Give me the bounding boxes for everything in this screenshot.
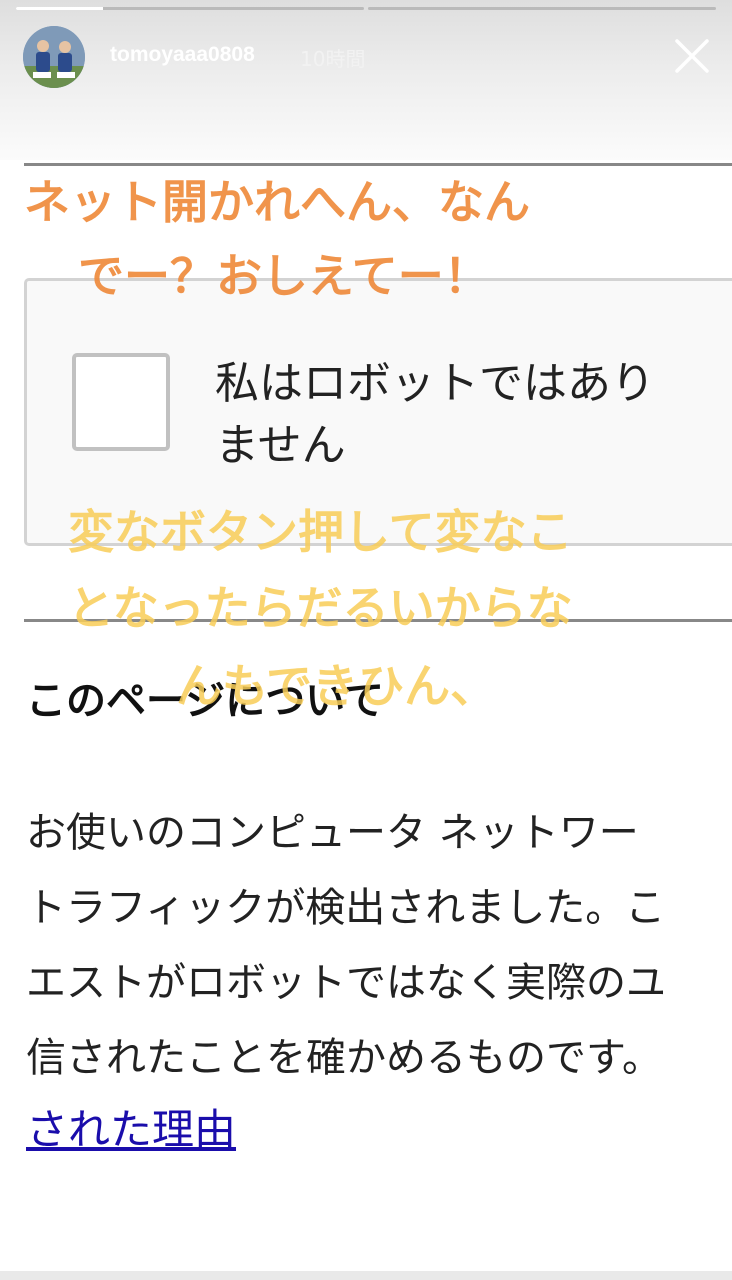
not-robot-label-line: 私はロボットではあり <box>215 358 655 409</box>
story-text-overlay-yellow: 変なボタン押して変なこ <box>68 505 573 559</box>
about-text-line: 信されたことを確かめるものです。 <box>26 1035 662 1081</box>
about-text-line: エストがロボットではなく実際のユ <box>26 960 666 1006</box>
story-progress-bar <box>368 7 716 10</box>
story-username[interactable]: tomoyaaa0808 <box>110 43 255 67</box>
close-button[interactable] <box>664 28 720 84</box>
story-text-overlay-orange: ネット開かれへん、なん <box>24 175 530 229</box>
story-text-overlay-orange: でー？おしえてー！ <box>78 249 490 303</box>
avatar[interactable] <box>23 26 85 88</box>
story-timestamp: 10時間 <box>300 47 366 71</box>
about-text-line: お使いのコンピュータ ネットワー <box>26 810 639 856</box>
top-gradient <box>0 0 732 160</box>
story-progress-bar <box>16 7 364 10</box>
close-icon <box>675 39 709 73</box>
story-progress-fill <box>16 7 103 10</box>
story-text-overlay-yellow: となったらだるいからな <box>68 581 573 635</box>
reason-link[interactable]: された理由 <box>26 1096 236 1157</box>
bottom-edge-bar <box>0 1271 732 1280</box>
about-text-line: トラフィックが検出されました。こ <box>26 885 666 931</box>
not-robot-label-line: ません <box>215 420 346 471</box>
not-robot-checkbox[interactable] <box>72 353 170 451</box>
not-robot-label: 私はロボットではあり ません <box>215 353 732 477</box>
story-text-overlay-yellow: んもできひん、 <box>176 659 497 713</box>
avatar-photo-icon <box>23 26 85 88</box>
story-viewer: tomoyaaa0808 10時間 私はロボットではあり ません このページにつ… <box>0 0 732 1280</box>
